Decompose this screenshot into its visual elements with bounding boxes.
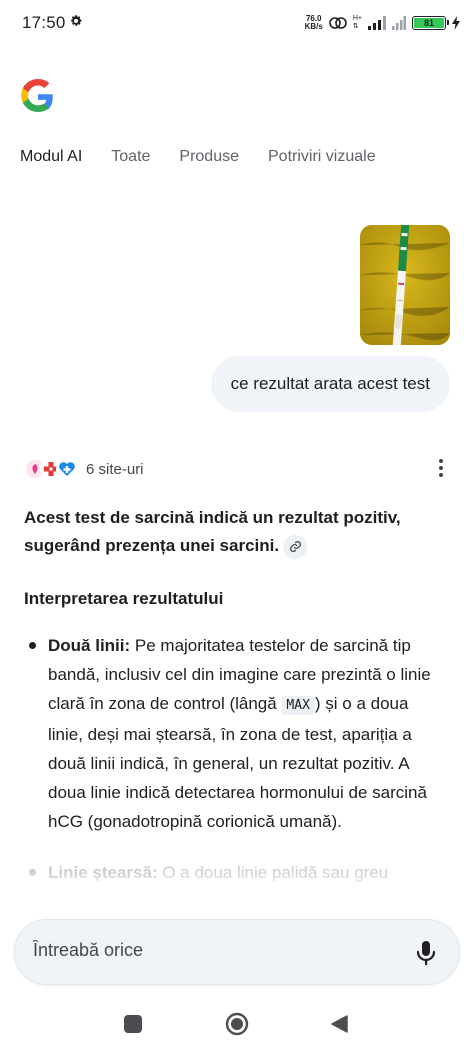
mic-icon[interactable] [415, 940, 437, 966]
list-item: Două linii: Pe majoritatea testelor de s… [24, 631, 444, 836]
back-icon[interactable] [329, 1014, 349, 1034]
section-heading: Interpretarea rezultatului [24, 589, 224, 608]
source-favicon-3 [56, 458, 78, 480]
google-logo[interactable] [20, 79, 56, 115]
hotspot-icon [329, 17, 347, 29]
network-type: H+ ⇅ [352, 15, 362, 30]
status-time: 17:50 [22, 13, 66, 32]
tab-all[interactable]: Toate [111, 148, 150, 166]
test-strip-photo [360, 225, 450, 345]
code-chip: MAX [281, 696, 315, 715]
answer-lead: Acest test de sarcină indică un rezultat… [24, 504, 444, 560]
status-indicators: 76.0 KB/s H+ ⇅ 81 [305, 12, 460, 34]
user-query-text: ce rezultat arata acest test [230, 374, 430, 393]
answer-lead-text: Acest test de sarcină indică un rezultat… [24, 508, 401, 555]
more-vert-icon[interactable] [438, 458, 444, 478]
tab-visual-matches[interactable]: Potriviri vizuale [268, 148, 376, 166]
battery-level: 81 [414, 18, 444, 28]
charging-icon [452, 16, 460, 30]
search-tabs: Modul AI Toate Produse Potriviri vizuale [20, 148, 405, 166]
status-bar: 17:50 76.0 KB/s H+ ⇅ 81 [0, 0, 474, 44]
net-speed: 76.0 KB/s [304, 14, 323, 31]
answer-bullets: Două linii: Pe majoritatea testelor de s… [24, 631, 444, 887]
recents-icon[interactable] [124, 1015, 142, 1033]
ask-input[interactable] [33, 940, 393, 961]
uploaded-image[interactable] [360, 225, 450, 345]
signal-icon-2 [392, 16, 406, 30]
ai-answer: Acest test de sarcină indică un rezultat… [24, 504, 444, 887]
settings-icon [71, 15, 82, 26]
signal-icon [368, 16, 386, 30]
battery-indicator: 81 [412, 16, 449, 30]
sources-count: 6 site-uri [86, 460, 144, 478]
link-icon[interactable] [283, 534, 308, 559]
tab-ai-mode[interactable]: Modul AI [20, 148, 82, 166]
system-nav-bar [0, 1000, 474, 1053]
user-query-bubble: ce rezultat arata acest test [210, 356, 450, 412]
ask-box[interactable] [14, 919, 460, 985]
tab-products[interactable]: Produse [179, 148, 239, 166]
sources-row[interactable]: 6 site-uri [24, 455, 144, 483]
home-icon[interactable] [225, 1012, 249, 1036]
